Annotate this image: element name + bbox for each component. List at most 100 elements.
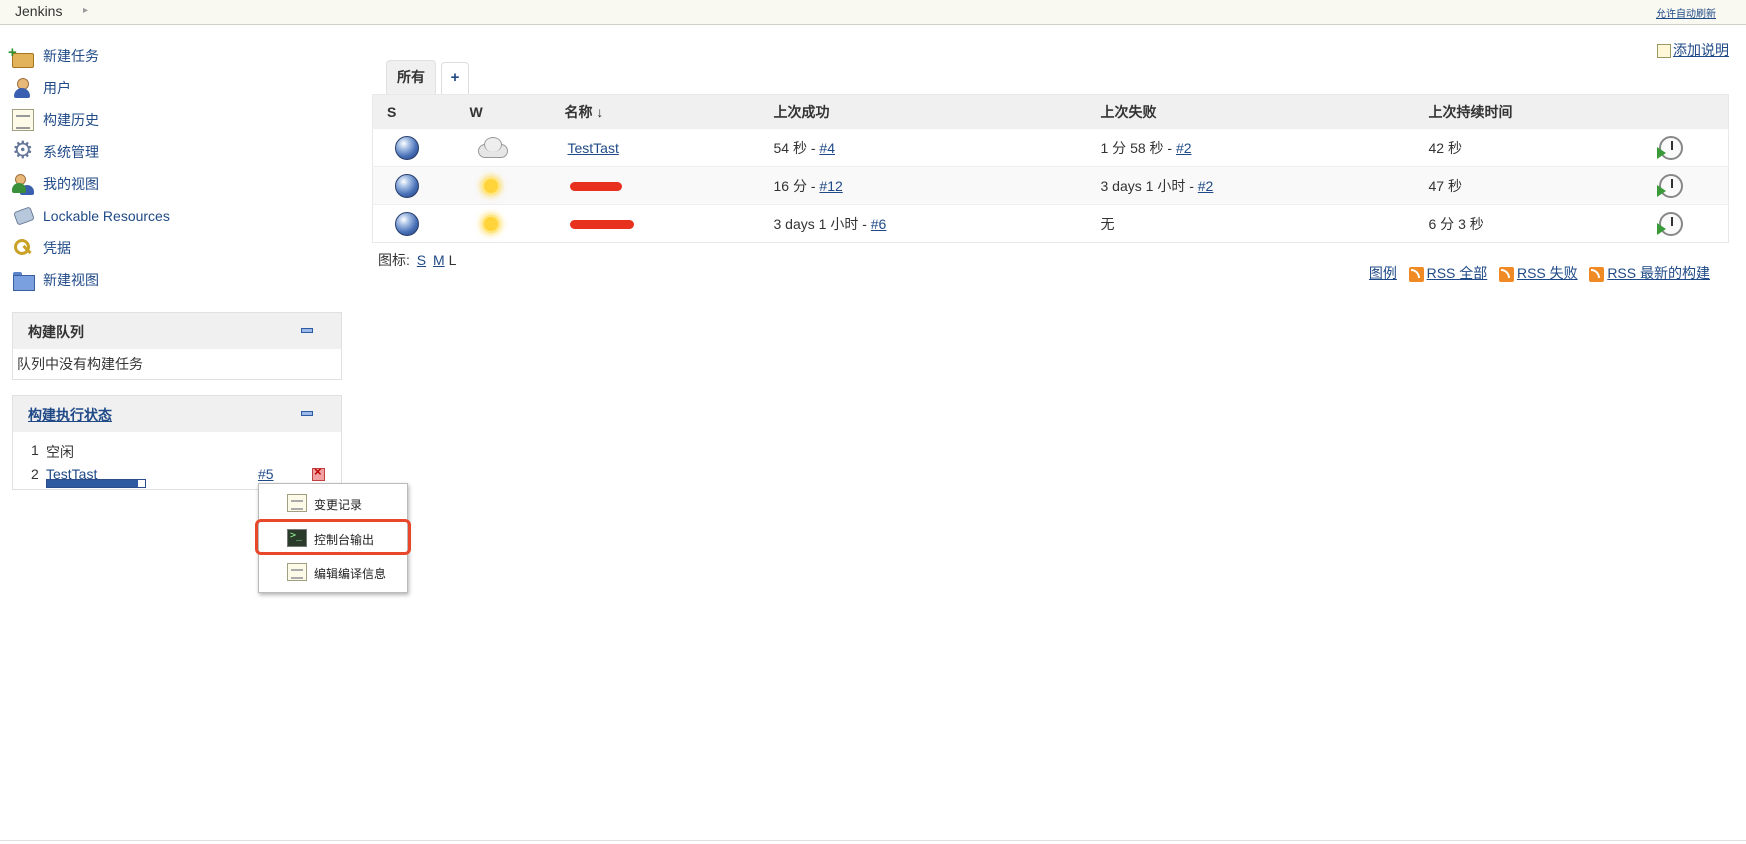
task-label[interactable]: 新建视图 bbox=[43, 270, 99, 290]
weather-sunny-icon[interactable] bbox=[476, 211, 506, 237]
legend-link[interactable]: 图例 bbox=[1369, 265, 1397, 281]
add-description-label: 添加说明 bbox=[1673, 42, 1729, 58]
executor-idle-status: 空闲 bbox=[46, 444, 74, 460]
task-label[interactable]: Lockable Resources bbox=[43, 208, 170, 224]
task-label[interactable]: 用户 bbox=[43, 78, 71, 98]
schedule-build-icon[interactable] bbox=[1656, 211, 1683, 236]
key-icon bbox=[12, 237, 34, 259]
header-name-label: 名称 bbox=[564, 103, 593, 120]
new-item-icon bbox=[8, 44, 34, 68]
folder-icon bbox=[12, 269, 35, 291]
users-icon bbox=[12, 173, 34, 195]
add-description-link[interactable]: 添加说明 bbox=[1657, 40, 1729, 60]
header-last-success[interactable]: 上次成功 bbox=[773, 94, 1101, 129]
job-name-link[interactable]: TestTast bbox=[568, 140, 619, 156]
last-success-text: 3 days 1 小时 - bbox=[773, 215, 871, 232]
task-label[interactable]: 系统管理 bbox=[43, 142, 99, 162]
last-success-text: 16 分 - bbox=[773, 177, 820, 194]
notepad-icon bbox=[12, 109, 34, 131]
last-duration: 47 秒 bbox=[1428, 166, 1659, 205]
weather-cloudy-icon[interactable] bbox=[476, 135, 508, 161]
status-ball-icon[interactable] bbox=[395, 211, 419, 236]
task-lockable-resources[interactable]: Lockable Resources bbox=[12, 200, 342, 232]
last-success-build-link[interactable]: #6 bbox=[871, 216, 887, 232]
status-ball-icon[interactable] bbox=[395, 173, 419, 198]
menu-item-label: 编辑编译信息 bbox=[314, 567, 387, 581]
collapse-icon[interactable] bbox=[301, 411, 313, 416]
rss-latest-link[interactable]: RSS 最新的构建 bbox=[1607, 265, 1710, 281]
last-failure-text: 无 bbox=[1100, 215, 1115, 232]
last-failure-build-link[interactable]: #2 bbox=[1176, 140, 1192, 156]
task-new-item[interactable]: 新建任务 bbox=[8, 40, 342, 72]
rss-icon[interactable] bbox=[1589, 266, 1605, 282]
table-row: 3 days 1 小时 - #6 无 6 分 3 秒 bbox=[372, 204, 1729, 243]
build-queue-pane: 构建队列 队列中没有构建任务 bbox=[12, 312, 342, 380]
job-name-link[interactable] bbox=[568, 178, 622, 194]
executor-status-pane: 构建执行状态 1 空闲 2 TestTast #5 bbox=[12, 395, 342, 490]
build-queue-empty-text: 队列中没有构建任务 bbox=[17, 356, 143, 372]
task-build-history[interactable]: 构建历史 bbox=[12, 104, 342, 136]
executor-status-title[interactable]: 构建执行状态 bbox=[28, 405, 112, 425]
menu-item-changes[interactable]: 变更记录 bbox=[259, 487, 409, 517]
rss-icon[interactable] bbox=[1408, 266, 1424, 282]
header-status[interactable]: S bbox=[372, 94, 470, 129]
lock-icon bbox=[12, 205, 34, 227]
last-failure-build-link[interactable]: #2 bbox=[1198, 178, 1214, 194]
build-context-menu: 变更记录 控制台输出 编辑编译信息 bbox=[255, 483, 411, 593]
rss-all-link[interactable]: RSS 全部 bbox=[1427, 265, 1488, 281]
weather-sunny-icon[interactable] bbox=[476, 173, 506, 199]
edit-description-icon bbox=[1657, 44, 1671, 59]
task-new-view[interactable]: 新建视图 bbox=[12, 264, 342, 296]
breadcrumb-jenkins[interactable]: Jenkins bbox=[15, 3, 62, 19]
breadcrumb-arrow-icon[interactable]: ▸ bbox=[83, 5, 88, 16]
icon-size-l: L bbox=[448, 252, 457, 268]
executor-number: 2 bbox=[31, 466, 39, 482]
job-name-link[interactable] bbox=[568, 216, 634, 232]
header-actions bbox=[1658, 94, 1729, 129]
auto-refresh-link[interactable]: 允许自动刷新 bbox=[1656, 5, 1716, 20]
rss-failed-link[interactable]: RSS 失败 bbox=[1517, 265, 1578, 281]
collapse-icon[interactable] bbox=[301, 328, 313, 333]
task-credentials[interactable]: 凭据 bbox=[12, 232, 342, 264]
table-row: 16 分 - #12 3 days 1 小时 - #2 47 秒 bbox=[372, 166, 1729, 205]
icon-size-m[interactable]: M bbox=[433, 252, 445, 268]
last-success-build-link[interactable]: #12 bbox=[819, 178, 842, 194]
executor-progress-bar[interactable] bbox=[46, 479, 146, 488]
menu-item-edit-build-info[interactable]: 编辑编译信息 bbox=[259, 556, 409, 586]
task-users[interactable]: 用户 bbox=[12, 72, 342, 104]
task-label[interactable]: 凭据 bbox=[43, 238, 71, 258]
breadcrumb-bar: Jenkins ▸ 允许自动刷新 bbox=[0, 0, 1746, 25]
executor-number: 1 bbox=[31, 442, 39, 458]
task-label[interactable]: 构建历史 bbox=[43, 110, 99, 130]
header-last-failure[interactable]: 上次失败 bbox=[1100, 94, 1429, 129]
jobs-table: S W 名称 ↓ 上次成功 上次失败 上次持续时间 TestTast 54 秒 … bbox=[372, 94, 1729, 243]
header-weather[interactable]: W bbox=[469, 94, 565, 129]
menu-item-label: 变更记录 bbox=[314, 498, 363, 512]
changes-icon bbox=[287, 494, 307, 512]
task-list: 新建任务 用户 构建历史 系统管理 我的视图 Lockable Resource… bbox=[8, 40, 342, 296]
tab-add-view[interactable]: + bbox=[441, 62, 469, 94]
schedule-build-icon[interactable] bbox=[1656, 135, 1683, 160]
build-queue-title: 构建队列 bbox=[28, 324, 84, 340]
rss-icon[interactable] bbox=[1498, 266, 1514, 282]
footer-divider bbox=[0, 840, 1746, 841]
stop-build-icon[interactable] bbox=[312, 464, 325, 481]
header-last-duration[interactable]: 上次持续时间 bbox=[1428, 94, 1659, 129]
task-manage[interactable]: 系统管理 bbox=[12, 136, 342, 168]
executor-build-link[interactable]: #5 bbox=[258, 466, 274, 482]
schedule-build-icon[interactable] bbox=[1656, 173, 1683, 198]
task-my-views[interactable]: 我的视图 bbox=[12, 168, 342, 200]
edit-icon bbox=[287, 563, 307, 581]
header-name[interactable]: 名称 ↓ bbox=[564, 94, 774, 129]
icon-size-s[interactable]: S bbox=[417, 252, 426, 268]
tab-all[interactable]: 所有 bbox=[386, 60, 436, 94]
task-label[interactable]: 我的视图 bbox=[43, 174, 99, 194]
task-label[interactable]: 新建任务 bbox=[43, 46, 99, 66]
table-header-row: S W 名称 ↓ 上次成功 上次失败 上次持续时间 bbox=[372, 94, 1729, 129]
last-success-build-link[interactable]: #4 bbox=[819, 140, 835, 156]
status-ball-icon[interactable] bbox=[395, 135, 419, 160]
table-row: TestTast 54 秒 - #4 1 分 58 秒 - #2 42 秒 bbox=[372, 128, 1729, 167]
last-failure-text: 1 分 58 秒 - bbox=[1100, 139, 1176, 156]
user-icon bbox=[12, 77, 34, 99]
rss-links: 图例 RSS 全部 RSS 失败 RSS 最新的构建 bbox=[1369, 263, 1710, 283]
